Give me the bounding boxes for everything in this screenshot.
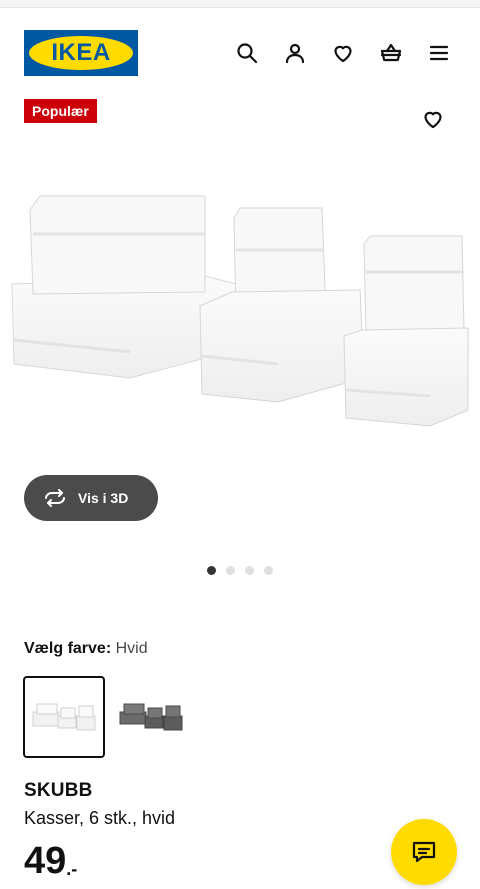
- menu-button[interactable]: [424, 38, 454, 68]
- heart-icon: [424, 111, 442, 129]
- basket-icon: [380, 43, 402, 62]
- view-in-3d-button[interactable]: Vis i 3D: [24, 475, 158, 521]
- colour-swatch-white[interactable]: [23, 676, 105, 758]
- colour-swatch-grey[interactable]: [110, 676, 192, 758]
- gallery-dot[interactable]: [264, 566, 273, 575]
- header-nav: [232, 38, 454, 68]
- account-button[interactable]: [280, 38, 310, 68]
- storage-boxes-illustration: [11, 195, 469, 427]
- price-decimal: .-: [66, 859, 78, 879]
- white-boxes-thumbnail: [32, 703, 96, 731]
- search-icon: [237, 43, 258, 64]
- colour-selector-label: Vælg farve: Hvid: [24, 640, 148, 658]
- ikea-logo[interactable]: IKEA: [24, 30, 138, 76]
- account-icon: [285, 43, 305, 64]
- basket-button[interactable]: [376, 38, 406, 68]
- product-name: SKUBB: [24, 780, 93, 801]
- view-in-3d-label: Vis i 3D: [78, 490, 129, 506]
- colour-value: Hvid: [115, 640, 148, 657]
- chat-button[interactable]: [391, 819, 457, 885]
- grey-boxes-thumbnail: [119, 703, 183, 731]
- rotate-3d-icon: [45, 489, 65, 507]
- menu-icon: [429, 45, 449, 61]
- colour-label: Vælg farve:: [24, 640, 112, 657]
- gallery-pagination: [207, 566, 273, 575]
- gallery-dot[interactable]: [226, 566, 235, 575]
- gallery-dot[interactable]: [207, 566, 216, 575]
- logo-text: IKEA: [51, 39, 111, 66]
- logo-oval: IKEA: [29, 36, 133, 70]
- top-divider: [0, 0, 480, 8]
- chat-icon: [412, 841, 436, 863]
- gallery-dot[interactable]: [245, 566, 254, 575]
- price-integer: 49: [24, 840, 67, 882]
- heart-icon: [334, 45, 352, 63]
- product-image[interactable]: [0, 180, 480, 440]
- favourites-button[interactable]: [328, 38, 358, 68]
- product-price: 49 .-: [24, 838, 77, 886]
- popular-badge: Populær: [24, 99, 97, 123]
- search-button[interactable]: [232, 38, 262, 68]
- site-header: IKEA: [0, 8, 480, 92]
- product-description: Kasser, 6 stk., hvid: [24, 808, 176, 828]
- product-favourite-button[interactable]: [418, 104, 448, 134]
